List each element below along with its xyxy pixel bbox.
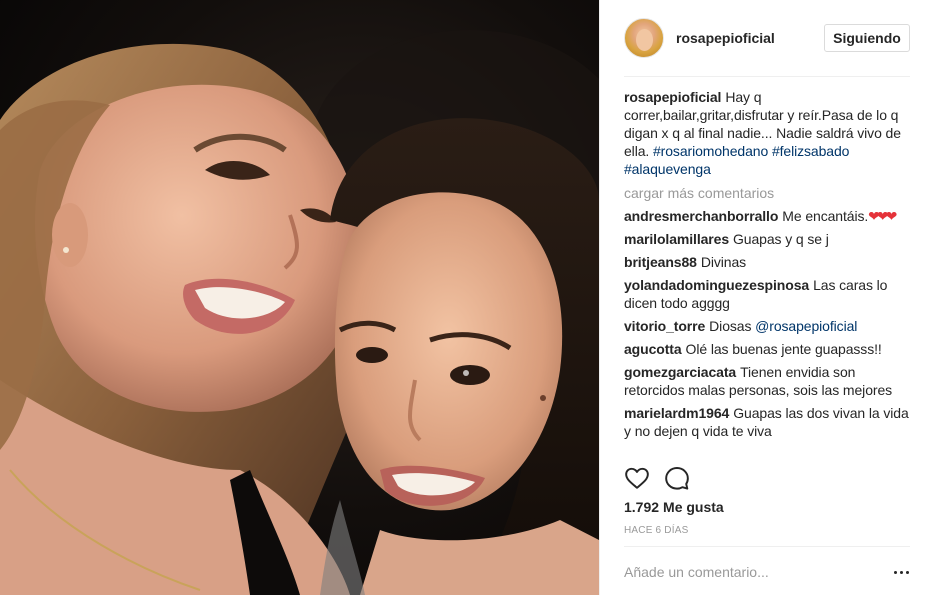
more-horizontal-icon[interactable] [894,566,914,578]
hashtag-link[interactable]: #felizsabado [772,143,850,159]
comment-text: Diosas [709,318,752,334]
post-timestamp[interactable]: HACE 6 DÍAS [624,525,688,536]
comment-item: marilolamillares Guapas y q se j [624,230,914,248]
comment-username[interactable]: yolandadominguezespinosa [624,277,809,293]
comment-username[interactable]: vitorio_torre [624,318,705,334]
post-header: rosapepioficial Siguiendo [600,0,932,76]
comment-username[interactable]: andresmerchanborrallo [624,208,778,224]
comment-item: gomezgarciacata Tienen envidia son retorc… [624,363,914,399]
comment-username[interactable]: gomezgarciacata [624,364,736,380]
add-comment-input[interactable] [624,560,884,584]
comment-username[interactable]: agucotta [624,341,682,357]
post-side-panel: rosapepioficial Siguiendo rosapepioficia… [599,0,932,595]
comment-box-divider [624,546,910,547]
comment-text: Divinas [700,254,747,270]
comment-text: Me encantáis. [782,208,869,224]
header-divider [624,76,910,77]
avatar-face [636,29,653,51]
caption-username[interactable]: rosapepioficial [624,89,721,105]
load-more-comments-link[interactable]: cargar más comentarios [624,184,914,202]
speech-bubble-icon[interactable] [664,465,690,491]
following-button[interactable]: Siguiendo [824,24,910,52]
comment-item: britjeans88 Divinas [624,253,914,271]
heart-emoji: ❤❤❤ [868,208,897,224]
likes-count[interactable]: 1.792 Me gusta [624,499,724,515]
mention-link[interactable]: @rosapepioficial [755,318,857,334]
likes-number: 1.792 [624,499,660,515]
post-photo[interactable] [0,0,599,595]
selfie-illustration [0,30,599,595]
instagram-post: rosapepioficial Siguiendo rosapepioficia… [0,0,932,595]
comment-item: vitorio_torre Diosas @rosapepioficial [624,317,914,335]
likes-label: Me gusta [663,499,724,515]
more-dot [900,570,903,574]
more-dot [894,570,897,574]
heart-outline-icon[interactable] [624,465,650,491]
hashtag-link[interactable]: #alaquevenga [624,161,711,177]
comment-item: yolandadominguezespinosa Las caras lo dic… [624,276,914,312]
hashtag-link[interactable]: #rosariomohedano [653,143,768,159]
comment-username[interactable]: marielardm1964 [624,405,729,421]
more-dot [906,570,909,574]
comment-username[interactable]: britjeans88 [624,254,697,270]
comment-item: marielardm1964 Guapas las dos vivan la vi… [624,404,914,440]
comment-text: Olé las buenas jente guapasss!! [685,341,882,357]
comments-list[interactable]: rosapepioficial Hay q correr,bailar,grita… [624,88,914,456]
post-caption: rosapepioficial Hay q correr,bailar,grita… [624,88,914,178]
comment-text: Guapas y q se j [733,231,829,247]
post-actions [624,462,914,494]
comment-item: andresmerchanborrallo Me encantáis.❤❤❤ [624,207,914,225]
avatar[interactable] [624,18,664,58]
header-username[interactable]: rosapepioficial [676,30,775,46]
comment-item: agucotta Olé las buenas jente guapasss!! [624,340,914,358]
comment-username[interactable]: marilolamillares [624,231,729,247]
